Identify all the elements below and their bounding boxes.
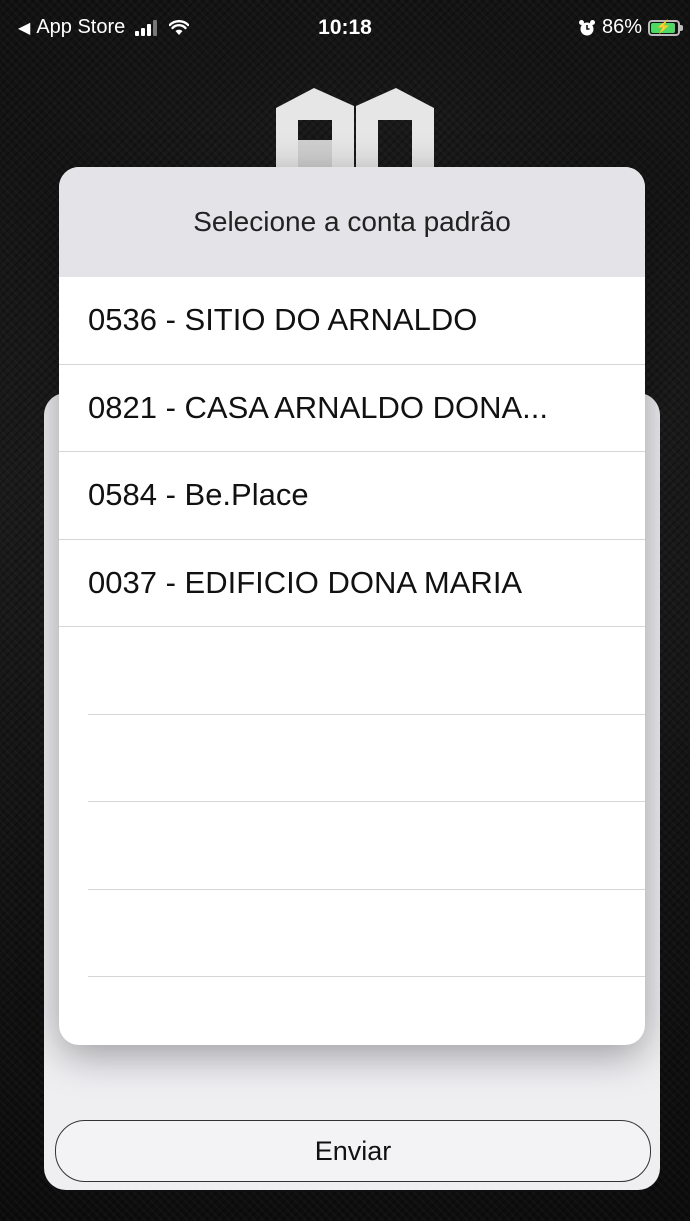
account-option[interactable]: 0536 - SITIO DO ARNALDO xyxy=(59,277,645,365)
empty-list-row xyxy=(88,714,645,802)
app-logo xyxy=(276,88,434,180)
send-button[interactable]: Enviar xyxy=(55,1120,651,1182)
alarm-icon xyxy=(578,19,595,35)
account-option[interactable]: 0821 - CASA ARNALDO DONA... xyxy=(59,364,645,452)
dialog-title: Selecione a conta padrão xyxy=(59,167,645,277)
battery-percentage: 86% xyxy=(601,16,642,38)
account-option[interactable]: 0584 - Be.Place xyxy=(59,452,645,540)
account-picker-dialog: Selecione a conta padrão 0536 - SITIO DO… xyxy=(59,167,645,1045)
empty-list-row xyxy=(88,889,645,977)
battery-icon: ⚡ xyxy=(648,19,683,36)
account-option[interactable]: 0037 - EDIFICIO DONA MARIA xyxy=(59,539,645,627)
empty-list-row xyxy=(88,802,645,890)
status-bar: ◀ App Store 10:18 86% ⚡ xyxy=(0,0,690,56)
empty-list-row xyxy=(88,627,645,715)
status-right: 86% ⚡ xyxy=(578,16,683,39)
account-list: 0536 - SITIO DO ARNALDO 0821 - CASA ARNA… xyxy=(59,277,645,977)
